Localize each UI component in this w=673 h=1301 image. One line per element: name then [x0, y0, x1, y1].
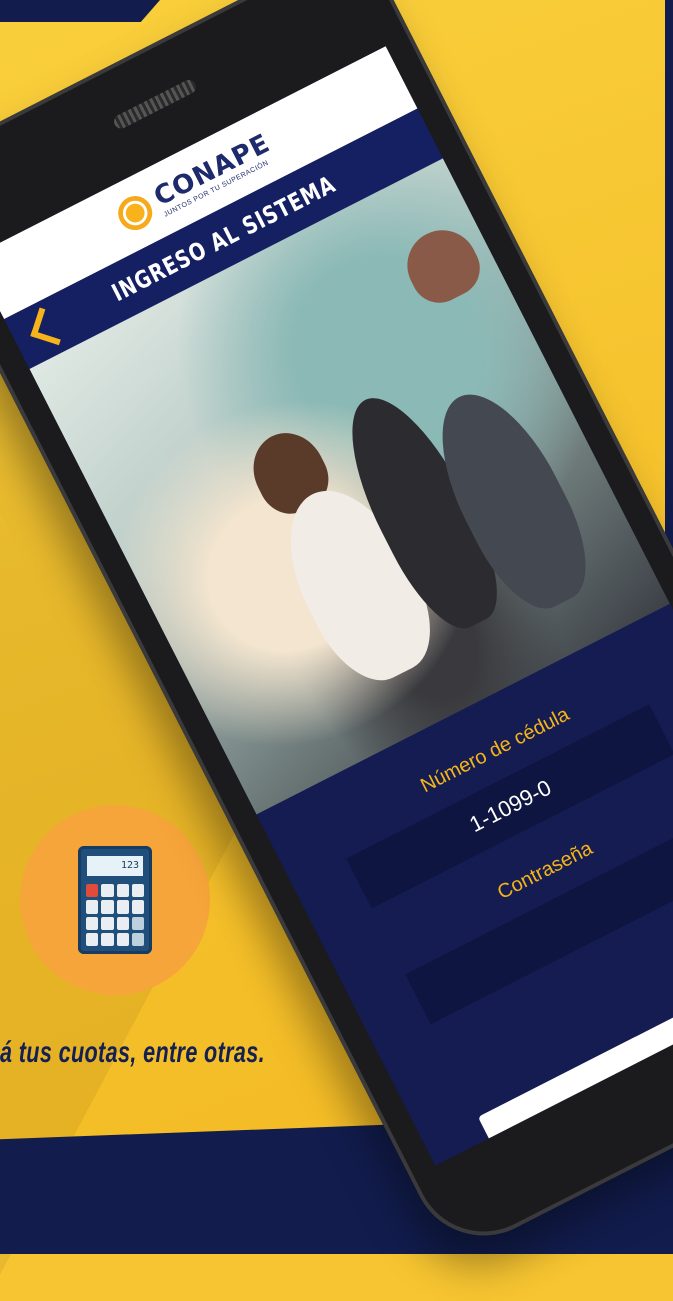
- calculator-icon: 123: [78, 846, 152, 954]
- calculator-display: 123: [87, 856, 143, 876]
- speaker-grille: [111, 77, 199, 131]
- calculator-badge: 123: [20, 805, 210, 995]
- promo-tagline: á tus cuotas, entre otras.: [0, 1036, 266, 1069]
- top-corner-band: [0, 0, 160, 22]
- back-arrow-icon[interactable]: [30, 307, 69, 346]
- conape-logo-icon: [112, 190, 159, 236]
- login-button[interactable]: [477, 962, 673, 1166]
